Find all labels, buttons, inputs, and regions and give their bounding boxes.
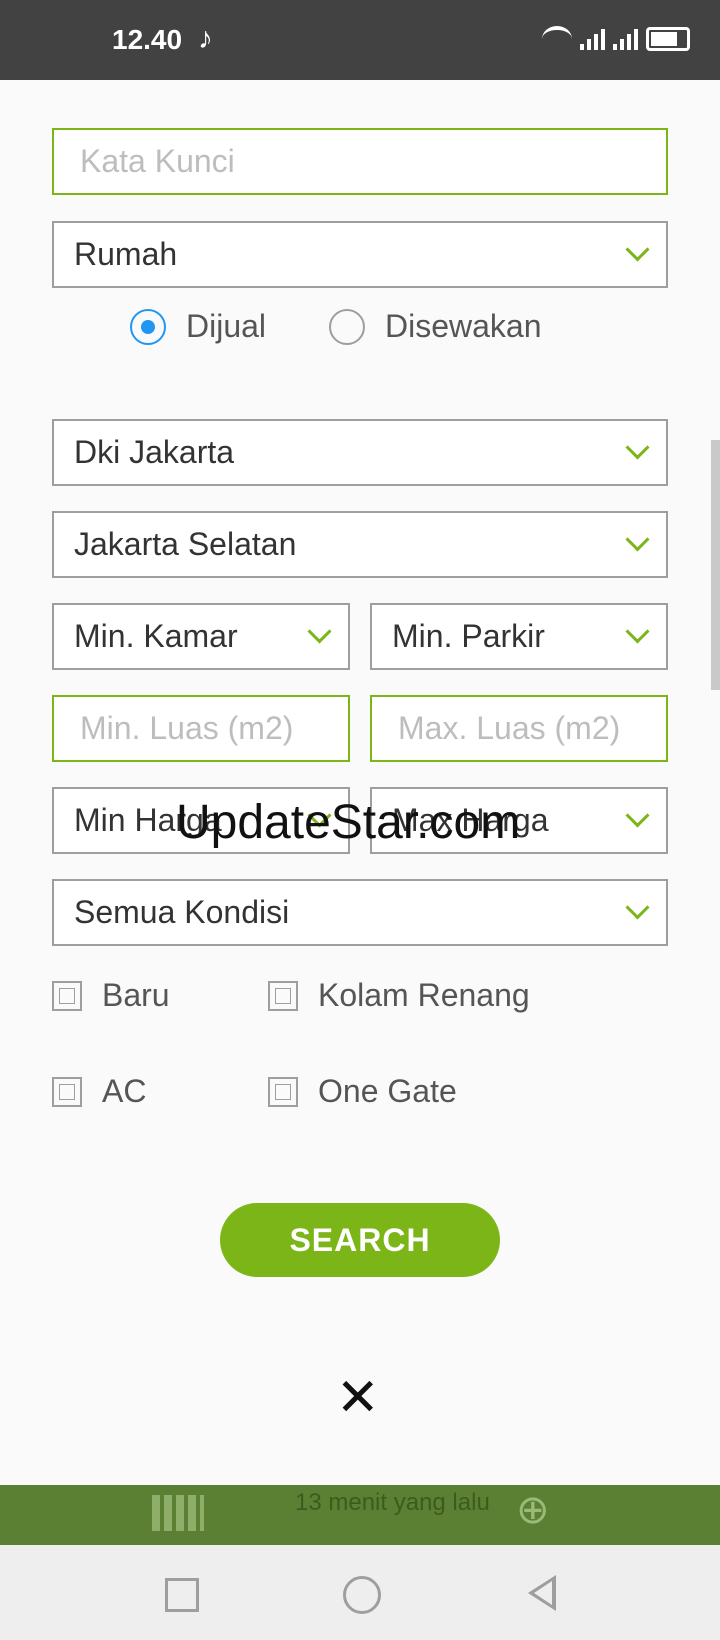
checkbox-one-gate-label: One Gate: [318, 1073, 457, 1109]
keyword-input[interactable]: Kata Kunci: [52, 128, 668, 195]
min-rooms-select[interactable]: Min. Kamar: [52, 603, 350, 670]
chevron-down-icon: [625, 803, 650, 828]
max-area-placeholder: Max. Luas (m2): [398, 710, 621, 746]
checkbox-icon: [268, 1076, 298, 1107]
status-bar: 12.40 ♪: [0, 0, 720, 80]
signal-icon-2: [613, 28, 638, 50]
chevron-down-icon: [625, 527, 650, 552]
tiktok-icon: ♪: [198, 22, 213, 55]
condition-select[interactable]: Semua Kondisi: [52, 879, 668, 946]
checkbox-icon: [52, 1076, 82, 1107]
chevron-down-icon: [307, 619, 332, 644]
wifi-icon: [542, 26, 572, 52]
max-area-input[interactable]: Max. Luas (m2): [370, 695, 668, 762]
grid-icon: [152, 1495, 204, 1531]
battery-icon: [646, 27, 690, 51]
chevron-down-icon: [625, 435, 650, 460]
city-select[interactable]: Jakarta Selatan: [52, 511, 668, 578]
chevron-down-icon: [625, 237, 650, 262]
checkbox-baru-label: Baru: [102, 977, 170, 1013]
background-listing: 13 menit yang lalu ⊕: [0, 1485, 720, 1545]
min-area-placeholder: Min. Luas (m2): [80, 710, 294, 746]
checkbox-ac[interactable]: AC: [52, 1073, 146, 1110]
system-nav-bar: [0, 1545, 720, 1640]
checkbox-kolam-renang[interactable]: Kolam Renang: [268, 977, 530, 1014]
recent-apps-icon[interactable]: [165, 1578, 199, 1612]
checkbox-baru[interactable]: Baru: [52, 977, 170, 1014]
radio-dijual-label: Dijual: [186, 308, 267, 344]
time-ago-text: 13 menit yang lalu: [295, 1489, 490, 1516]
province-select[interactable]: Dki Jakarta: [52, 419, 668, 486]
checkbox-one-gate[interactable]: One Gate: [268, 1073, 457, 1110]
watermark: UpdateStar.com: [176, 796, 521, 849]
checkbox-kolam-renang-label: Kolam Renang: [318, 977, 530, 1013]
min-parking-select[interactable]: Min. Parkir: [370, 603, 668, 670]
min-area-input[interactable]: Min. Luas (m2): [52, 695, 350, 762]
chevron-down-icon: [625, 895, 650, 920]
radio-disewakan-label: Disewakan: [385, 308, 542, 344]
status-icons: [542, 26, 690, 52]
checkbox-ac-label: AC: [102, 1073, 147, 1109]
condition-value: Semua Kondisi: [74, 894, 290, 930]
property-type-value: Rumah: [74, 236, 178, 272]
checkbox-icon: [268, 980, 298, 1011]
home-icon[interactable]: [343, 1576, 381, 1614]
checkbox-icon: [52, 980, 82, 1011]
min-rooms-value: Min. Kamar: [74, 618, 238, 654]
radio-dijual[interactable]: Dijual: [130, 308, 266, 345]
back-icon[interactable]: [528, 1575, 556, 1611]
radio-unselected-icon: [329, 308, 365, 345]
zoom-in-icon: ⊕: [516, 1488, 550, 1532]
signal-icon: [580, 28, 605, 50]
radio-disewakan[interactable]: Disewakan: [329, 308, 542, 345]
radio-selected-icon: [130, 308, 166, 345]
search-button[interactable]: SEARCH: [220, 1203, 500, 1277]
city-value: Jakarta Selatan: [74, 526, 297, 562]
province-value: Dki Jakarta: [74, 434, 235, 470]
property-type-select[interactable]: Rumah: [52, 221, 668, 288]
scrollbar[interactable]: [711, 440, 720, 690]
status-time: 12.40: [112, 24, 183, 55]
close-icon[interactable]: ✕: [336, 1368, 380, 1428]
keyword-placeholder: Kata Kunci: [80, 143, 235, 179]
min-parking-value: Min. Parkir: [392, 618, 545, 654]
chevron-down-icon: [625, 619, 650, 644]
